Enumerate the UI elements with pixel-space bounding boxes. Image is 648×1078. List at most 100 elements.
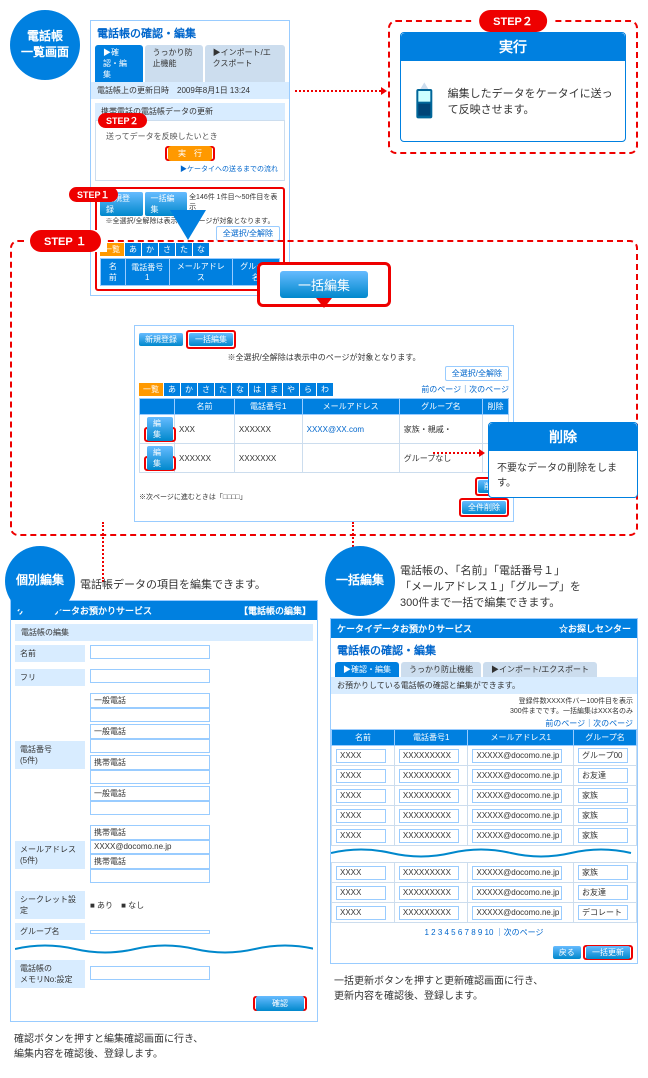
ic-grp: グループ名: [574, 730, 637, 746]
i-tab1[interactable]: うっかり防止機能: [401, 662, 481, 677]
kana-や[interactable]: や: [283, 383, 299, 396]
i-pager[interactable]: 前のページ｜次のページ: [331, 718, 637, 729]
kf-mail-i0[interactable]: XXXX@docomo.ne.jp: [90, 840, 210, 854]
kf-sec-n[interactable]: ■ なし: [121, 901, 144, 910]
i-update[interactable]: 一括更新: [586, 946, 630, 959]
table-row: XXXXXXXXXXXXXXXXXX@docomo.ne.jp家族: [332, 826, 637, 846]
i-name-inp[interactable]: XXXX: [336, 829, 386, 843]
i-grp-sel[interactable]: 家族: [578, 828, 628, 843]
kana-な[interactable]: な: [232, 383, 248, 396]
i-grp-sel[interactable]: 家族: [578, 808, 628, 823]
ic-name: 名前: [332, 730, 395, 746]
i-back[interactable]: 戻る: [553, 946, 581, 959]
kana-は[interactable]: は: [249, 383, 265, 396]
i-mail-inp[interactable]: XXXXX@docomo.ne.jp: [472, 829, 562, 843]
kf-name: 名前: [15, 645, 85, 662]
kf-mail-i1[interactable]: [90, 869, 210, 883]
kana-わ[interactable]: わ: [317, 383, 333, 396]
i-tel-inp[interactable]: XXXXXXXXX: [399, 906, 459, 920]
ikkatsu-screen: ケータイデータお預かりサービス☆お探しセンター 電話帳の確認・編集 ▶確認・編集…: [330, 618, 638, 964]
kf-name-inp[interactable]: [90, 645, 210, 659]
step2-box: STEP２ 実行 編集したデータをケータイに送って反映させます。: [388, 20, 638, 154]
mid-selall[interactable]: 全選択/全解除: [445, 366, 509, 381]
i-name-inp[interactable]: XXXX: [336, 906, 386, 920]
i-name-inp[interactable]: XXXX: [336, 789, 386, 803]
kana-た[interactable]: た: [215, 383, 231, 396]
i-grp-sel[interactable]: お友達: [578, 768, 628, 783]
k-sectitle: 電話帳の編集: [15, 624, 313, 641]
kf-tel-i3[interactable]: [90, 801, 210, 815]
delete-header: 削除: [489, 423, 637, 451]
kana-一覧[interactable]: 一覧: [139, 383, 163, 396]
kf-yomi-inp[interactable]: [90, 669, 210, 683]
bar-left: 電話帳上の更新日時 2009年8月1日 13:24: [97, 86, 250, 95]
i-mail-inp[interactable]: XXXXX@docomo.ne.jp: [472, 789, 562, 803]
kf-mail-sel1[interactable]: 携帯電話: [90, 854, 210, 869]
kf-tel-i1[interactable]: [90, 739, 210, 753]
i-tel-inp[interactable]: XXXXXXXXX: [399, 809, 459, 823]
kana-あ[interactable]: あ: [164, 383, 180, 396]
kana-ま[interactable]: ま: [266, 383, 282, 396]
kf-tel-sel3[interactable]: 一般電話: [90, 786, 210, 801]
kana-ら[interactable]: ら: [300, 383, 316, 396]
i-name-inp[interactable]: XXXX: [336, 866, 386, 880]
tab-confirm[interactable]: ▶確認・編集: [95, 45, 143, 82]
kf-tel-sel2[interactable]: 携帯電話: [90, 755, 210, 770]
kobetsu-desc: 電話帳データの項目を編集できます。: [80, 556, 318, 600]
i-mail-inp[interactable]: XXXXX@docomo.ne.jp: [472, 809, 562, 823]
link-flow[interactable]: ▶ケータイへの送るまでの流れ: [102, 161, 278, 174]
i-tel-inp[interactable]: XXXXXXXXX: [399, 829, 459, 843]
phone-icon: [411, 71, 438, 131]
mid-bulk[interactable]: 一括編集: [189, 333, 233, 346]
table-row: XXXXXXXXXXXXXXXXXX@docomo.ne.jpお友達: [332, 766, 637, 786]
i-tab0[interactable]: ▶確認・編集: [335, 662, 399, 677]
i-tel-inp[interactable]: XXXXXXXXX: [399, 866, 459, 880]
i-mail-inp[interactable]: XXXXX@docomo.ne.jp: [472, 749, 562, 763]
edit-button[interactable]: 編集: [147, 417, 173, 441]
kana-さ[interactable]: さ: [198, 383, 214, 396]
kana-か[interactable]: か: [181, 383, 197, 396]
kf-confirm[interactable]: 確認: [256, 996, 304, 1011]
kf-sec-y[interactable]: ■ あり: [90, 901, 113, 910]
mid-panel: 新規登録 一括編集 ※全選択/全解除は表示中のページが対象となります。 全選択/…: [134, 325, 514, 522]
i-tel-inp[interactable]: XXXXXXXXX: [399, 789, 459, 803]
i-tel-inp[interactable]: XXXXXXXXX: [399, 769, 459, 783]
i-name-inp[interactable]: XXXX: [336, 886, 386, 900]
kf-grp-sel[interactable]: [90, 930, 210, 934]
kf-memo-i[interactable]: [90, 966, 210, 980]
i-grp-sel[interactable]: 家族: [578, 788, 628, 803]
i-topright[interactable]: ☆お探しセンター: [559, 622, 631, 635]
i-note1: お預かりしている電話帳の確認と編集ができます。: [331, 677, 637, 694]
i-mail-inp[interactable]: XXXXX@docomo.ne.jp: [472, 886, 562, 900]
i-tel-inp[interactable]: XXXXXXXXX: [399, 886, 459, 900]
i-grp-sel[interactable]: デコレート: [578, 905, 628, 920]
kf-yomi: フリ: [15, 669, 85, 686]
i-grp-sel[interactable]: グループ00: [578, 748, 628, 763]
tab-ukkari[interactable]: うっかり防止機能: [145, 45, 203, 82]
i-grp-sel[interactable]: お友達: [578, 885, 628, 900]
edit-button[interactable]: 編集: [147, 446, 173, 470]
mid-table: 名前 電話番号1 メールアドレス グループ名 削除 編集XXXXXXXXXXXX…: [139, 398, 509, 473]
kf-tel-i0[interactable]: [90, 708, 210, 722]
kf-mail-sel0[interactable]: 携帯電話: [90, 825, 210, 840]
i-name-inp[interactable]: XXXX: [336, 809, 386, 823]
i-tel-inp[interactable]: XXXXXXXXX: [399, 749, 459, 763]
kf-tel-sel0[interactable]: 一般電話: [90, 693, 210, 708]
exec-button[interactable]: 実 行: [168, 146, 212, 161]
i-grp-sel[interactable]: 家族: [578, 865, 628, 880]
i-tab2[interactable]: ▶インポート/エクスポート: [483, 662, 597, 677]
i-mail-inp[interactable]: XXXXX@docomo.ne.jp: [472, 866, 562, 880]
tab-import[interactable]: ▶インポート/エクスポート: [205, 45, 285, 82]
i-mail-inp[interactable]: XXXXX@docomo.ne.jp: [472, 906, 562, 920]
i-mail-inp[interactable]: XXXXX@docomo.ne.jp: [472, 769, 562, 783]
kf-tel-sel1[interactable]: 一般電話: [90, 724, 210, 739]
mid-new[interactable]: 新規登録: [139, 333, 183, 346]
i-note2: 登録件数XXXX件バー100件目を表示: [519, 698, 633, 705]
mid-alldel[interactable]: 全件削除: [462, 501, 506, 514]
i-name-inp[interactable]: XXXX: [336, 749, 386, 763]
mid-pager[interactable]: 前のページ｜次のページ: [421, 384, 509, 395]
kf-tel-i2[interactable]: [90, 770, 210, 784]
i-name-inp[interactable]: XXXX: [336, 769, 386, 783]
kobetsu-badge: 個別編集: [5, 546, 75, 616]
i-pagenum[interactable]: 1 2 3 4 5 6 7 8 9 10 ｜次のページ: [331, 923, 637, 942]
